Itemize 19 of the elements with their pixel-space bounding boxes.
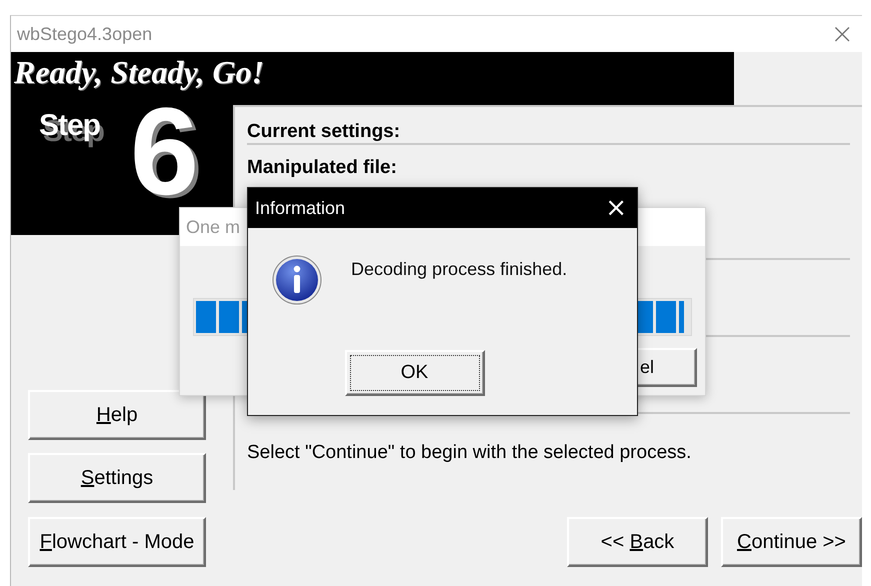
ok-button[interactable]: OK [344, 350, 484, 396]
window-title: wbStego4.3open [17, 24, 152, 44]
hint-text: Select "Continue" to begin with the selected process. [247, 442, 692, 464]
info-icon [272, 255, 322, 305]
close-button[interactable]: × [605, 195, 627, 221]
message-text: Decoding process finished. [351, 259, 568, 280]
continue-button[interactable]: Continue >> [721, 517, 862, 567]
step-label: Step [39, 109, 100, 143]
step-number: 6 [130, 97, 199, 207]
settings-button[interactable]: Settings [28, 453, 206, 503]
section-heading: Manipulated file: [247, 157, 397, 179]
back-button[interactable]: << Back [567, 517, 708, 567]
help-button[interactable]: Help [28, 390, 206, 440]
dialog-title: One m [186, 216, 240, 238]
flowchart-mode-button[interactable]: Flowchart - Mode [28, 517, 206, 567]
dialog-title: Information [255, 198, 346, 218]
close-button[interactable]: × [828, 20, 856, 48]
section-heading: Current settings: [247, 121, 400, 143]
banner-heading: Ready, Steady, Go! [13, 54, 264, 91]
